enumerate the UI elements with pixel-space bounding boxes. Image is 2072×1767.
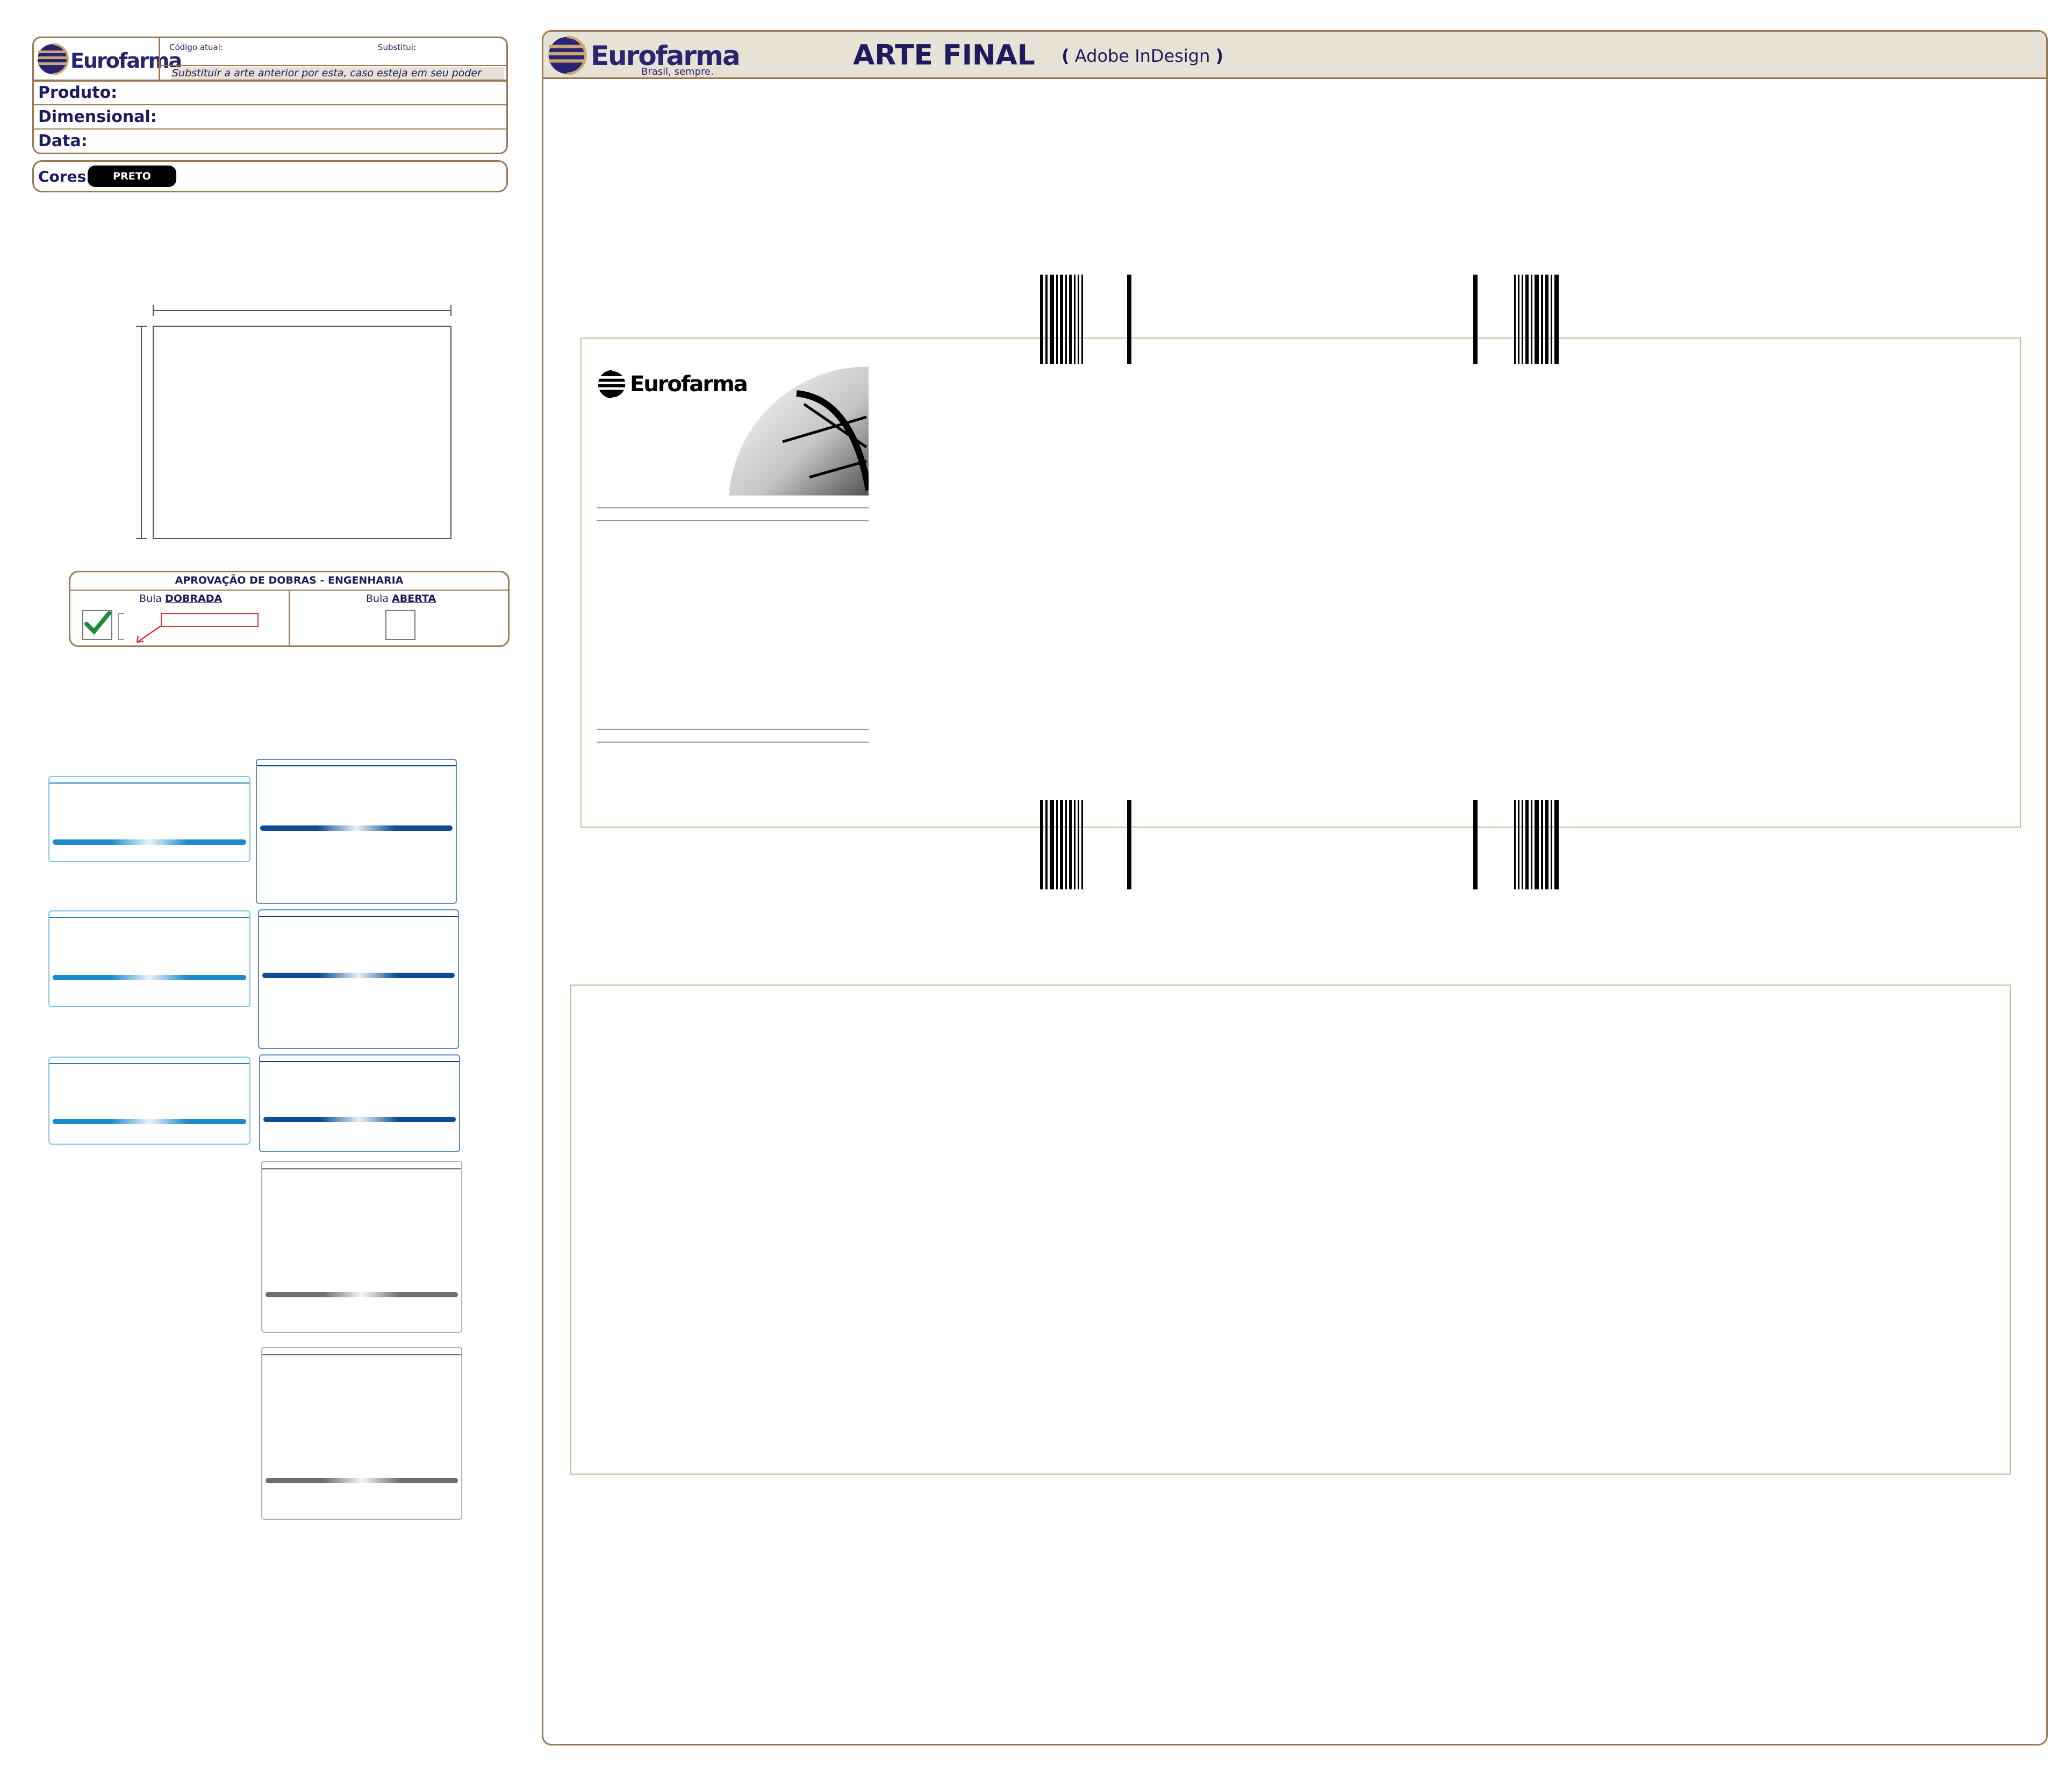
card-top-line [262,1168,461,1169]
barcode-mark [1473,800,1478,889]
produto-row: Produto: [34,81,506,105]
signature-field[interactable] [161,613,259,627]
eurofarma-globe-icon [38,43,69,75]
lower-layout-panel [570,985,2011,1475]
fold-card-gray [261,1161,462,1333]
dimension-rectangle [153,326,451,539]
dimension-width-tick [153,305,154,316]
cores-label: Cores: [38,168,92,185]
dimension-height-tick [136,326,147,327]
info-header-box: Eurofarma Código atual: Substitui: Subst… [32,37,508,82]
software-label: ( Adobe InDesign ) [1062,46,1223,66]
card-top-line [260,1061,459,1062]
card-fold-bar [53,1119,246,1124]
open-word: ABERTA [392,593,436,605]
data-row: Data: [34,130,506,153]
open-prefix: Bula [366,593,389,605]
globe-arc-graphic [729,367,869,495]
upper-layout-panel: Eurofarma [580,337,2021,828]
folded-checkbox[interactable] [82,610,112,640]
dimension-height-line [141,326,142,539]
data-label: Data: [38,132,88,150]
fold-card-light-blue [48,1057,250,1145]
fold-card-dark-blue [258,909,459,1049]
codigo-atual-label: Código atual: [169,42,223,52]
produto-label: Produto: [38,83,118,102]
replace-notice: Substituir a arte anterior por esta, cas… [171,67,504,80]
card-fold-bar [53,839,246,845]
arte-final-frame: Eurofarma Brasil, sempre. ARTE FINAL ( A… [542,30,2048,1746]
arte-final-title: ARTE FINAL [853,39,1035,71]
brand-name: Eurofarma [70,49,182,73]
card-top-line [257,765,456,766]
paren-open: ( [1062,46,1070,66]
dimension-width-tick [450,305,451,316]
card-top-line [49,782,249,784]
arrow-icon [136,625,161,643]
rule-line [597,742,869,743]
card-fold-bar [263,1117,456,1122]
card-top-line [262,1354,461,1355]
eurofarma-globe-icon [598,369,628,400]
folded-prefix: Bula [139,593,162,605]
rule-line [597,507,869,508]
fold-card-dark-blue [256,759,457,904]
divider [159,38,160,80]
card-fold-bar [260,825,453,831]
card-top-line [259,916,458,917]
barcode-top-left [1040,275,1088,364]
eurofarma-logo: Eurofarma [35,40,182,78]
barcode-bottom-left [1040,800,1088,889]
eurofarma-logo-mono: Eurofarma [597,365,748,403]
bracket [118,613,124,640]
color-chip-preto: PRETO [88,166,176,187]
card-top-line [49,917,249,918]
dimensional-row: Dimensional: [34,105,506,130]
open-label: Bula ABERTA [366,593,436,605]
eurofarma-globe-icon [548,35,587,75]
approval-box: APROVAÇÃO DE DOBRAS - ENGENHARIA Bula DO… [69,571,510,647]
divider [159,65,508,66]
dimension-width-line [153,310,451,311]
card-fold-bar [266,1292,458,1297]
dimensional-label: Dimensional: [38,107,157,126]
fold-card-dark-blue [259,1054,460,1152]
card-fold-bar [53,975,246,980]
software-name: Adobe InDesign [1074,46,1210,66]
rule-line [597,520,869,521]
dimension-height-tick [136,538,147,539]
folded-label: Bula DOBRADA [139,593,222,605]
substitui-label: Substitui: [378,42,417,52]
cores-box: Cores: PRETO [32,160,508,192]
barcode-mark [1127,275,1131,364]
product-fields-box: Produto: Dimensional: Data: [32,80,508,154]
barcode-mark [1473,275,1478,364]
fold-card-light-blue [48,910,250,1007]
rule-line [597,729,869,730]
fold-card-light-blue [48,776,250,862]
barcode-top-right [1514,275,1564,364]
card-fold-bar [262,973,455,978]
approval-title: APROVAÇÃO DE DOBRAS - ENGENHARIA [175,574,404,586]
barcode-mark [1127,800,1131,889]
folded-word: DOBRADA [165,593,223,605]
arte-final-header: Eurofarma Brasil, sempre. ARTE FINAL ( A… [543,32,2046,79]
card-fold-bar [266,1478,458,1483]
paren-close: ) [1215,46,1224,66]
brand-tagline: Brasil, sempre. [641,66,714,77]
divider [289,590,290,645]
check-icon [84,611,111,635]
barcode-bottom-right [1514,800,1564,889]
card-top-line [49,1063,249,1064]
fold-card-gray [261,1347,462,1520]
open-checkbox[interactable] [385,610,415,640]
